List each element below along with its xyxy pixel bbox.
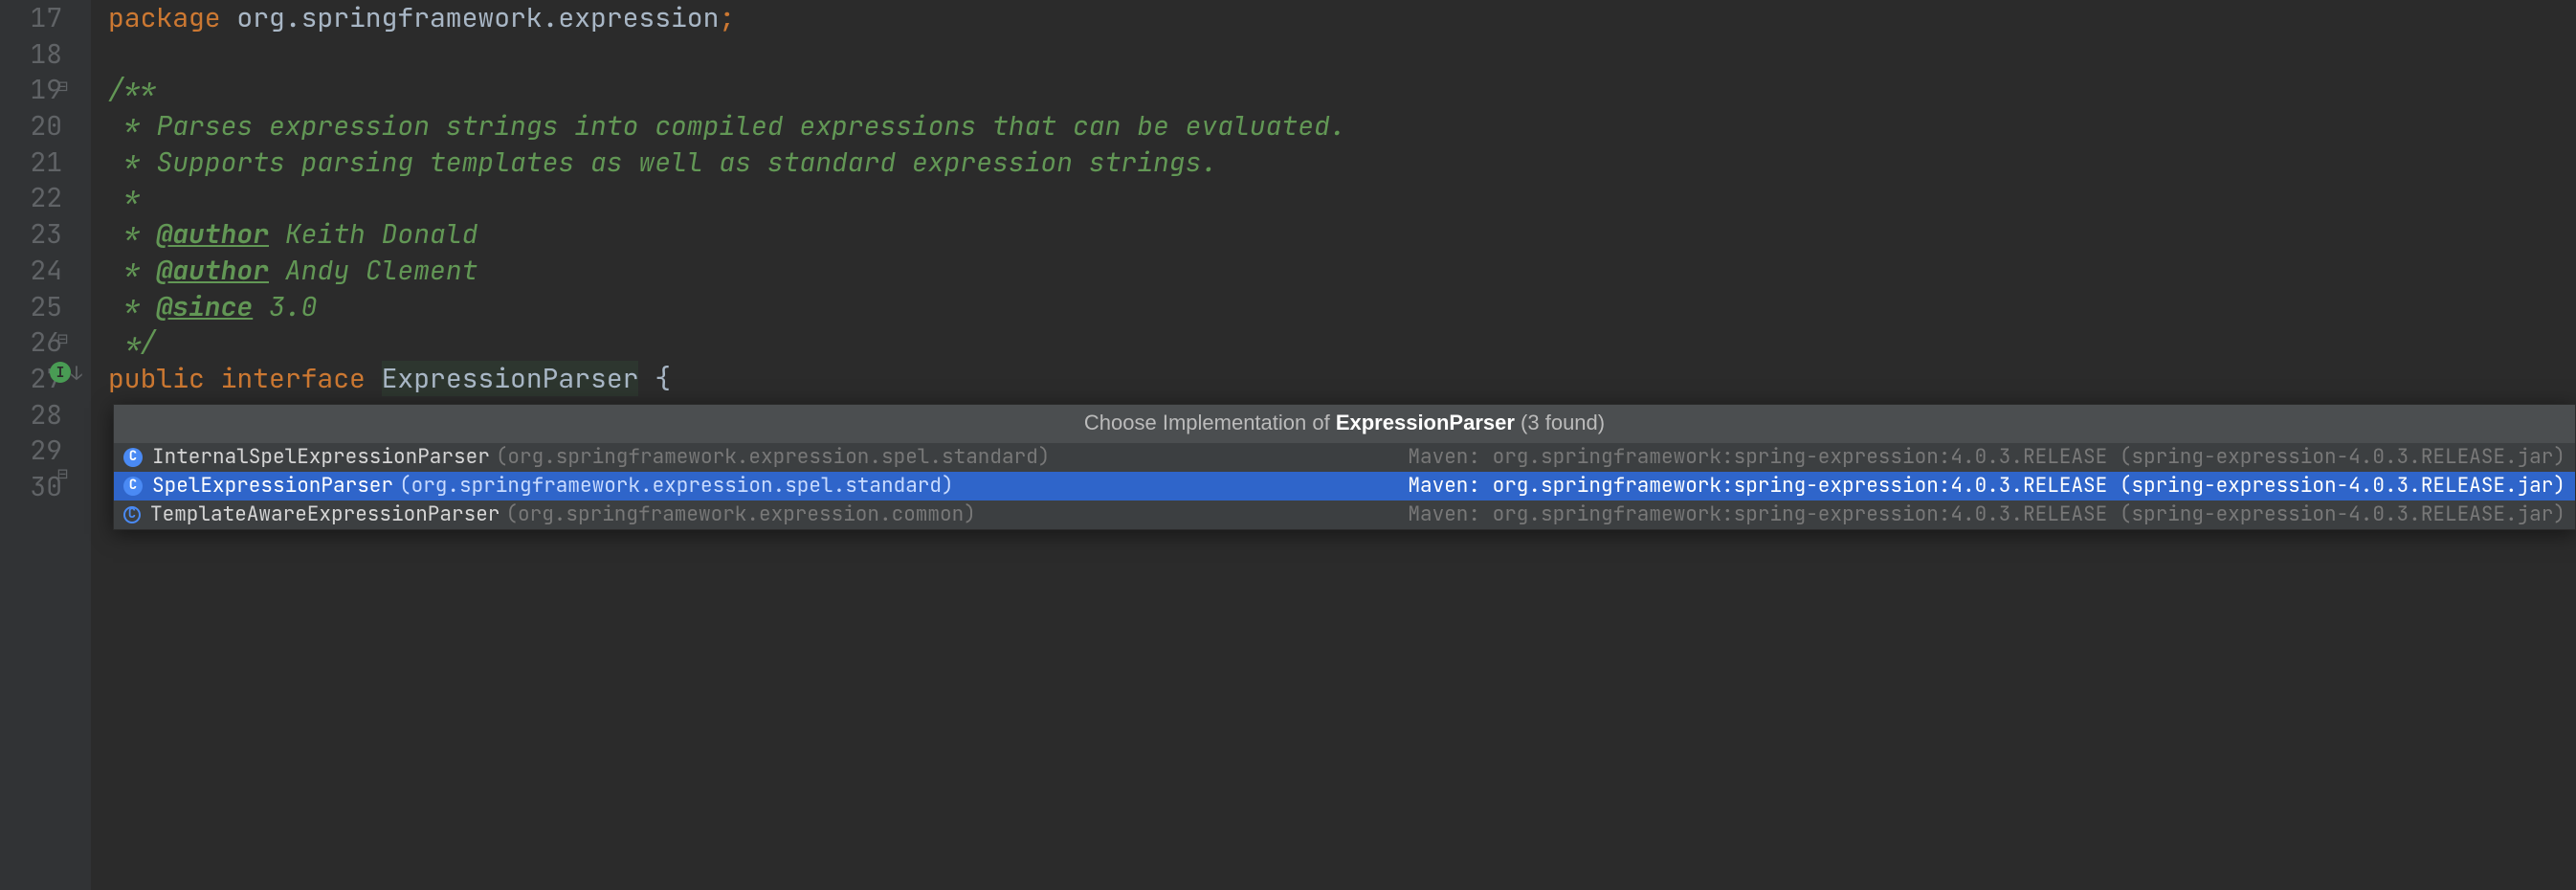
line-number: 30 <box>0 469 62 505</box>
implementation-source: Maven: org.springframework:spring-expres… <box>1408 501 2565 528</box>
semicolon: ; <box>719 0 735 35</box>
implementation-package: (org.springframework.expression.spel.sta… <box>496 444 1051 471</box>
implementation-package: (org.springframework.expression.spel.sta… <box>399 473 954 500</box>
package-name: org.springframework.expression <box>221 0 720 35</box>
line-number: 19 <box>0 72 62 108</box>
line-number: 29 <box>0 433 62 469</box>
javadoc-author-tag: @author <box>156 253 269 288</box>
javadoc-author: Keith Donald <box>269 216 477 252</box>
class-icon: C <box>123 448 143 467</box>
implementation-option[interactable]: C InternalSpelExpressionParser (org.sprin… <box>114 443 2575 472</box>
line-number: 26 <box>0 324 62 361</box>
open-brace: { <box>638 361 671 396</box>
javadoc-close: */ <box>108 324 156 360</box>
fold-toggle-icon[interactable]: ⊟ <box>57 328 68 351</box>
line-number: 25 <box>0 289 62 325</box>
javadoc-line: * Supports parsing templates as well as … <box>108 145 1217 180</box>
class-icon: C <box>123 506 141 523</box>
keyword-interface: interface <box>205 361 382 396</box>
line-number: 28 <box>0 397 62 434</box>
line-number: 18 <box>0 36 62 73</box>
javadoc-author-tag: @author <box>156 216 269 252</box>
fold-toggle-icon[interactable]: ⊟ <box>57 463 68 486</box>
line-number: 24 <box>0 253 62 289</box>
javadoc-since: 3.0 <box>253 289 317 324</box>
javadoc-since-tag: @since <box>156 289 253 324</box>
javadoc-line: * Parses expression strings into compile… <box>108 108 1346 144</box>
implementation-option[interactable]: C TemplateAwareExpressionParser (org.spri… <box>114 501 2575 529</box>
line-number: 21 <box>0 145 62 181</box>
implementation-name: TemplateAwareExpressionParser <box>150 501 500 528</box>
line-number: 20 <box>0 108 62 145</box>
implementation-source: Maven: org.springframework:spring-expres… <box>1408 473 2565 500</box>
popup-title: Choose Implementation of ExpressionParse… <box>114 405 2575 443</box>
implementation-package: (org.springframework.expression.common) <box>505 501 975 528</box>
javadoc-open: /** <box>108 72 156 107</box>
interface-name[interactable]: ExpressionParser <box>382 361 639 396</box>
implementation-name: InternalSpelExpressionParser <box>152 444 490 471</box>
implementation-source: Maven: org.springframework:spring-expres… <box>1408 444 2565 471</box>
implementation-option[interactable]: C SpelExpressionParser (org.springframewo… <box>114 472 2575 501</box>
javadoc-line: * <box>108 180 141 215</box>
implementation-name: SpelExpressionParser <box>152 473 393 500</box>
keyword-package: package <box>108 0 221 35</box>
javadoc-author: Andy Clement <box>269 253 477 288</box>
choose-implementation-popup[interactable]: Choose Implementation of ExpressionParse… <box>113 404 2576 530</box>
line-number: 23 <box>0 216 62 253</box>
keyword-public: public <box>108 361 205 396</box>
line-number: 22 <box>0 180 62 216</box>
class-icon: C <box>123 477 143 496</box>
line-number: 17 <box>0 0 62 36</box>
implementations-gutter-icon[interactable]: I <box>50 362 71 383</box>
line-gutter: 17 18 19 20 21 22 23 24 25 26 27 28 29 3… <box>0 0 91 890</box>
fold-toggle-icon[interactable]: ⊟ <box>57 76 68 99</box>
